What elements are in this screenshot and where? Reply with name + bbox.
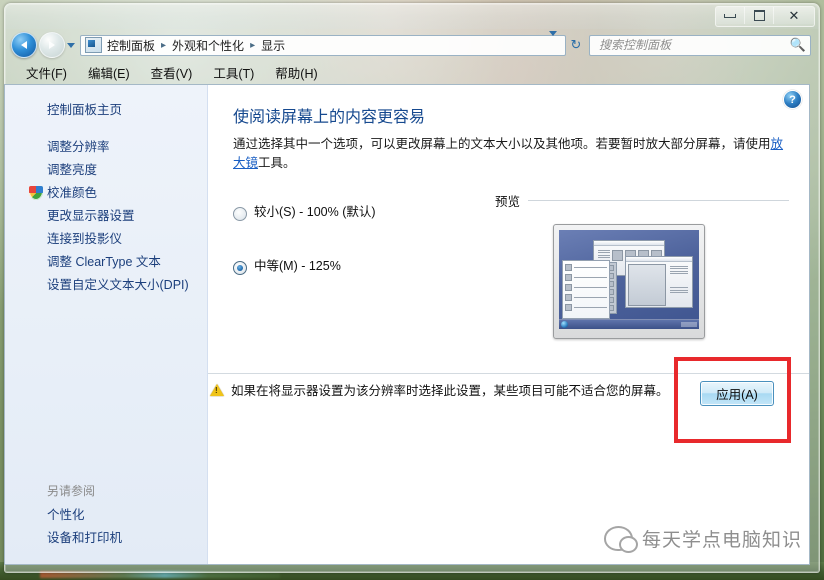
window-controls: ✕	[715, 6, 815, 27]
back-button[interactable]	[11, 32, 37, 58]
sidebar-item-change-display-settings[interactable]: 更改显示器设置	[5, 205, 207, 228]
options-row: 较小(S) - 100% (默认) 中等(M) - 125% 预览	[233, 189, 789, 339]
page-description: 通过选择其中一个选项，可以更改屏幕上的文本大小以及其他项。若要暂时放大部分屏幕，…	[233, 135, 789, 173]
mock-window-front	[625, 256, 693, 308]
sidebar-item-adjust-resolution[interactable]: 调整分辨率	[5, 136, 207, 159]
radio-option-medium[interactable]: 中等(M) - 125%	[233, 259, 495, 275]
sidebar-item-connect-to-projector[interactable]: 连接到投影仪	[5, 228, 207, 251]
mock-start-orb	[561, 321, 568, 328]
address-bar[interactable]: 控制面板 ▸ 外观和个性化 ▸ 显示	[80, 31, 566, 56]
radio-label-medium: 中等(M) - 125%	[254, 259, 341, 273]
watermark: 每天学点电脑知识	[603, 525, 802, 553]
sidebar-item-devices-and-printers[interactable]: 设备和打印机	[5, 527, 207, 550]
sidebar-item-control-panel-home[interactable]: 控制面板主页	[5, 99, 207, 122]
sidebar-item-adjust-cleartype[interactable]: 调整 ClearType 文本	[5, 251, 207, 274]
control-panel-icon	[85, 37, 102, 53]
menu-edit[interactable]: 编辑(E)	[85, 61, 133, 84]
warning-icon	[210, 384, 224, 396]
close-button[interactable]: ✕	[774, 7, 814, 24]
refresh-icon: ↻	[570, 37, 582, 52]
apply-button[interactable]: 应用(A)	[700, 381, 774, 406]
breadcrumb-item-1[interactable]: 外观和个性化	[170, 37, 246, 54]
breadcrumb-separator: ▸	[250, 39, 256, 51]
search-box[interactable]: 🔍	[589, 34, 811, 56]
radio-dot-smaller	[233, 207, 247, 221]
radio-label-smaller: 较小(S) - 100% (默认)	[254, 205, 376, 219]
sidebar-item-personalization[interactable]: 个性化	[5, 504, 207, 527]
chevron-down-icon	[549, 31, 557, 53]
help-icon[interactable]: ?	[783, 90, 802, 109]
search-icon: 🔍	[789, 37, 806, 52]
footer-separator	[208, 373, 809, 374]
forward-arrow-icon	[49, 41, 55, 49]
breadcrumb-item-2[interactable]: 显示	[259, 37, 287, 54]
maximize-button[interactable]	[745, 7, 774, 24]
shield-icon	[29, 186, 43, 200]
radio-option-smaller[interactable]: 较小(S) - 100% (默认)	[233, 205, 495, 221]
breadcrumb-item-0[interactable]: 控制面板	[105, 37, 157, 54]
client-area: 控制面板主页 调整分辨率 调整亮度 校准颜色 更改显示器设置 连接到投影仪 调整…	[4, 84, 810, 565]
sidebar-item-custom-dpi[interactable]: 设置自定义文本大小(DPI)	[5, 274, 207, 297]
radio-dot-medium	[233, 261, 247, 275]
sidebar-item-label: 校准颜色	[47, 186, 98, 200]
mock-taskbar	[559, 319, 699, 329]
minimize-button[interactable]	[716, 7, 745, 24]
forward-button[interactable]	[39, 32, 65, 58]
chevron-down-icon	[67, 42, 75, 48]
close-icon: ✕	[788, 8, 800, 23]
search-input[interactable]	[597, 37, 788, 53]
page-title: 使阅读屏幕上的内容更容易	[233, 109, 426, 126]
address-dropdown-button[interactable]	[545, 31, 562, 54]
minimize-icon	[724, 13, 736, 18]
breadcrumb-separator: ▸	[161, 39, 167, 51]
see-also-label: 另请参阅	[47, 484, 96, 498]
page-description-part1: 通过选择其中一个选项，可以更改屏幕上的文本大小以及其他项。若要暂时放大部分屏幕，…	[233, 137, 771, 151]
sidebar: 控制面板主页 调整分辨率 调整亮度 校准颜色 更改显示器设置 连接到投影仪 调整…	[5, 85, 208, 564]
refresh-button[interactable]: ↻	[566, 35, 586, 56]
window-titlebar: ✕	[5, 4, 819, 29]
maximize-icon	[753, 10, 765, 21]
preview-label: 预览	[495, 195, 521, 209]
sidebar-item-adjust-brightness[interactable]: 调整亮度	[5, 159, 207, 182]
monitor-preview-image	[553, 224, 705, 339]
preview-separator	[528, 200, 789, 201]
menu-tools[interactable]: 工具(T)	[210, 61, 257, 84]
warning-text: 如果在将显示器设置为该分辨率时选择此设置，某些项目可能不适合您的屏幕。	[231, 384, 669, 398]
mock-system-tray	[681, 322, 697, 327]
preview-header: 预览	[495, 191, 789, 210]
menu-view[interactable]: 查看(V)	[148, 61, 196, 84]
back-arrow-icon	[21, 41, 27, 49]
sidebar-footer: 另请参阅 个性化 设备和打印机	[5, 479, 207, 550]
page-description-part2: 工具。	[258, 156, 296, 170]
menu-help[interactable]: 帮助(H)	[272, 61, 320, 84]
watermark-text: 每天学点电脑知识	[641, 530, 802, 551]
monitor-screen	[559, 230, 699, 329]
mock-start-menu	[562, 260, 610, 319]
sidebar-item-calibrate-color[interactable]: 校准颜色	[5, 182, 207, 205]
recent-pages-button[interactable]	[65, 33, 77, 57]
desktop-background: ✕ 控制面板 ▸ 外观和个性化 ▸ 显示 ↻ 搜索控制面板 🔍 文件(F) 编辑…	[0, 0, 824, 580]
preview-pane: 预览	[495, 189, 789, 339]
main-content: ? 使阅读屏幕上的内容更容易 通过选择其中一个选项，可以更改屏幕上的文本大小以及…	[208, 85, 809, 564]
menu-bar: 文件(F) 编辑(E) 查看(V) 工具(T) 帮助(H)	[5, 61, 819, 84]
navigation-bar: 控制面板 ▸ 外观和个性化 ▸ 显示 ↻ 🔍	[5, 29, 819, 61]
warning-row: 如果在将显示器设置为该分辨率时选择此设置，某些项目可能不适合您的屏幕。	[210, 383, 785, 400]
menu-file[interactable]: 文件(F)	[23, 61, 70, 84]
wechat-icon	[603, 526, 638, 553]
text-size-radio-group: 较小(S) - 100% (默认) 中等(M) - 125%	[233, 189, 495, 339]
